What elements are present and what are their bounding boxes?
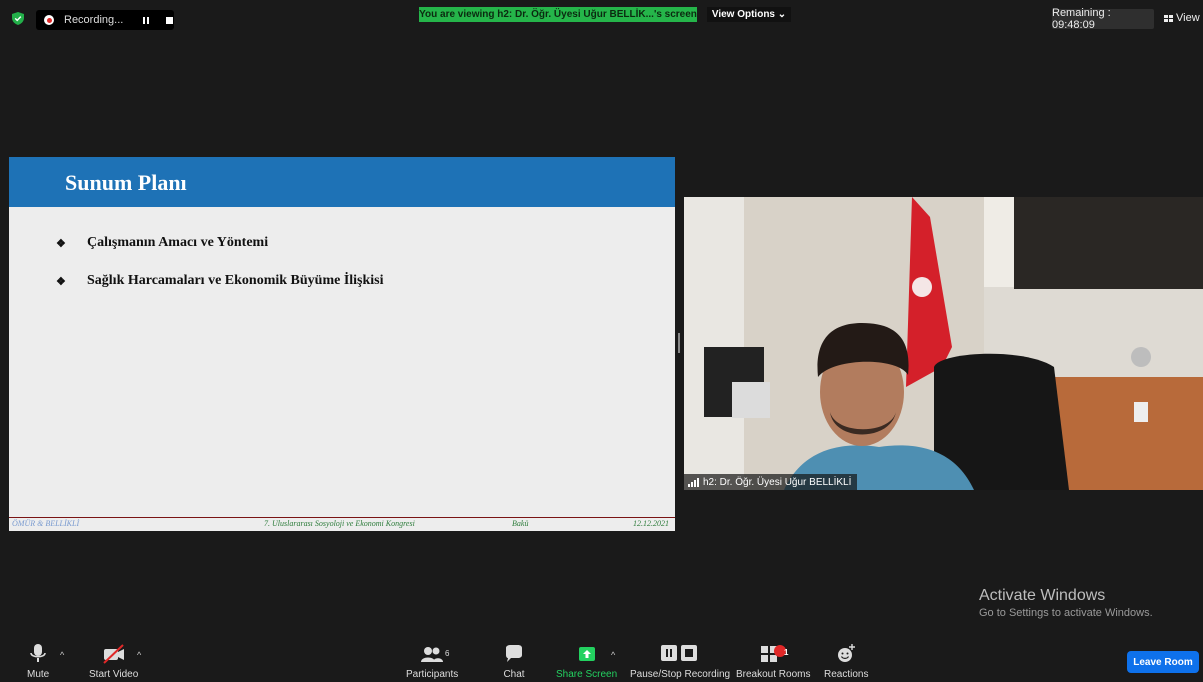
participants-count: 6 xyxy=(445,649,450,658)
bullet-icon: ❖ xyxy=(56,275,66,288)
participant-name-label: h2: Dr. Öğr. Üyesi Uğur BELLİKLİ xyxy=(684,474,858,490)
share-options-caret[interactable]: ^ xyxy=(611,650,615,660)
leave-room-button[interactable]: Leave Room xyxy=(1127,651,1199,673)
breakout-rooms-badge: 1 xyxy=(784,648,789,657)
slide-footer-divider xyxy=(9,517,675,518)
slide-header: Sunum Planı xyxy=(9,157,675,207)
reactions-button[interactable]: Reactions xyxy=(824,643,868,680)
mute-button[interactable]: Mute xyxy=(27,643,49,680)
audio-options-caret[interactable]: ^ xyxy=(60,650,64,660)
recording-indicator: Recording... xyxy=(36,10,174,30)
bullet-icon: ❖ xyxy=(56,237,66,250)
slide-footer-city: Bakü xyxy=(512,519,529,528)
activate-windows-title: Activate Windows xyxy=(979,587,1106,604)
video-frame xyxy=(684,197,1203,490)
slide-title: Sunum Planı xyxy=(65,170,187,195)
participants-button[interactable]: Participants xyxy=(406,643,458,680)
participants-icon xyxy=(421,647,444,662)
recording-dot-icon xyxy=(44,15,54,25)
view-label: View xyxy=(1176,12,1200,24)
chat-button[interactable]: Chat xyxy=(503,643,525,680)
view-button[interactable]: View xyxy=(1164,12,1200,24)
share-screen-icon xyxy=(578,647,595,661)
signal-strength-icon xyxy=(688,477,699,487)
chat-icon xyxy=(506,645,522,662)
slide-footer-congress: 7. Uluslararası Sosyoloji ve Ekonomi Kon… xyxy=(264,519,415,528)
reactions-label: Reactions xyxy=(824,669,869,680)
participant-name: h2: Dr. Öğr. Üyesi Uğur BELLİKLİ xyxy=(703,476,852,488)
panel-resize-handle[interactable] xyxy=(678,333,680,353)
slide-footer-authors: ÖMÜR & BELLİKLİ xyxy=(12,519,80,528)
participant-video[interactable]: h2: Dr. Öğr. Üyesi Uğur BELLİKLİ xyxy=(684,197,1203,490)
reactions-icon xyxy=(838,644,856,662)
share-screen-label: Share Screen xyxy=(556,669,618,680)
pause-stop-recording-label: Pause/Stop Recording xyxy=(630,669,731,680)
mute-label: Mute xyxy=(27,669,50,680)
participants-label: Participants xyxy=(406,669,459,680)
start-video-label: Start Video xyxy=(89,669,139,680)
share-screen-button[interactable]: Share Screen xyxy=(556,643,617,680)
slide-bullet-item: ❖ Sağlık Harcamaları ve Ekonomik Büyüme … xyxy=(56,273,384,289)
remaining-time-badge: Remaining : 09:48:09 xyxy=(1052,7,1154,31)
viewing-screen-banner: You are viewing h2: Dr. Öğr. Üyesi Uğur … xyxy=(419,7,697,22)
shared-slide: Sunum Planı ❖ Çalışmanın Amacı ve Yöntem… xyxy=(9,157,675,531)
pause-stop-recording-button[interactable]: Pause/Stop Recording xyxy=(630,643,730,680)
video-off-icon xyxy=(102,644,124,664)
security-shield-icon[interactable] xyxy=(12,12,24,25)
slide-bullet-text: Çalışmanın Amacı ve Yöntemi xyxy=(87,235,269,250)
start-video-button[interactable]: Start Video xyxy=(89,643,138,680)
recording-label: Recording... xyxy=(64,14,124,26)
video-options-caret[interactable]: ^ xyxy=(137,650,141,660)
view-options-button[interactable]: View Options ⌄ xyxy=(707,7,791,22)
slide-bullet-item: ❖ Çalışmanın Amacı ve Yöntemi xyxy=(56,235,268,251)
breakout-rooms-label: Breakout Rooms xyxy=(736,669,811,680)
microphone-icon xyxy=(30,644,46,662)
chat-label: Chat xyxy=(503,669,525,680)
slide-bullet-text: Sağlık Harcamaları ve Ekonomik Büyüme İl… xyxy=(87,273,384,288)
activate-windows-subtitle: Go to Settings to activate Windows. xyxy=(979,607,1153,619)
slide-footer-date: 12.12.2021 xyxy=(633,519,669,528)
pause-stop-recording-icon xyxy=(661,645,698,661)
pause-recording-button[interactable] xyxy=(143,16,150,24)
gallery-view-icon xyxy=(1164,14,1173,22)
stop-recording-button[interactable] xyxy=(166,16,174,24)
breakout-rooms-button[interactable]: Breakout Rooms xyxy=(736,643,810,680)
